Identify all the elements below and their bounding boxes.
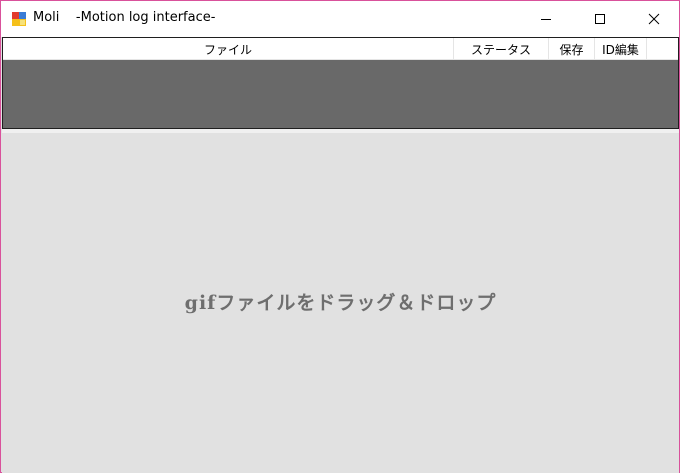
close-icon (648, 10, 660, 29)
column-header-empty[interactable] (647, 38, 678, 60)
gif-drop-area[interactable]: gifファイルをドラッグ＆ドロップ (2, 133, 679, 473)
column-header-save[interactable]: 保存 (549, 38, 595, 60)
column-header-id-edit[interactable]: ID編集 (595, 38, 647, 60)
app-logo-icon (11, 11, 27, 27)
column-header-status[interactable]: ステータス (454, 38, 549, 60)
drop-instruction-label: gifファイルをドラッグ＆ドロップ (184, 292, 497, 314)
app-window: Moli -Motion log interface- ファイル ステータス 保… (0, 0, 680, 473)
column-header-file[interactable]: ファイル (3, 38, 454, 60)
minimize-icon (540, 10, 552, 29)
list-header: ファイル ステータス 保存 ID編集 (3, 38, 678, 60)
maximize-button[interactable] (577, 1, 623, 37)
file-list-view[interactable]: ファイル ステータス 保存 ID編集 (2, 37, 679, 129)
maximize-icon (594, 10, 606, 29)
window-title: Moli -Motion log interface- (33, 10, 216, 25)
close-button[interactable] (631, 1, 677, 37)
minimize-button[interactable] (523, 1, 569, 37)
title-bar[interactable]: Moli -Motion log interface- (1, 1, 679, 37)
